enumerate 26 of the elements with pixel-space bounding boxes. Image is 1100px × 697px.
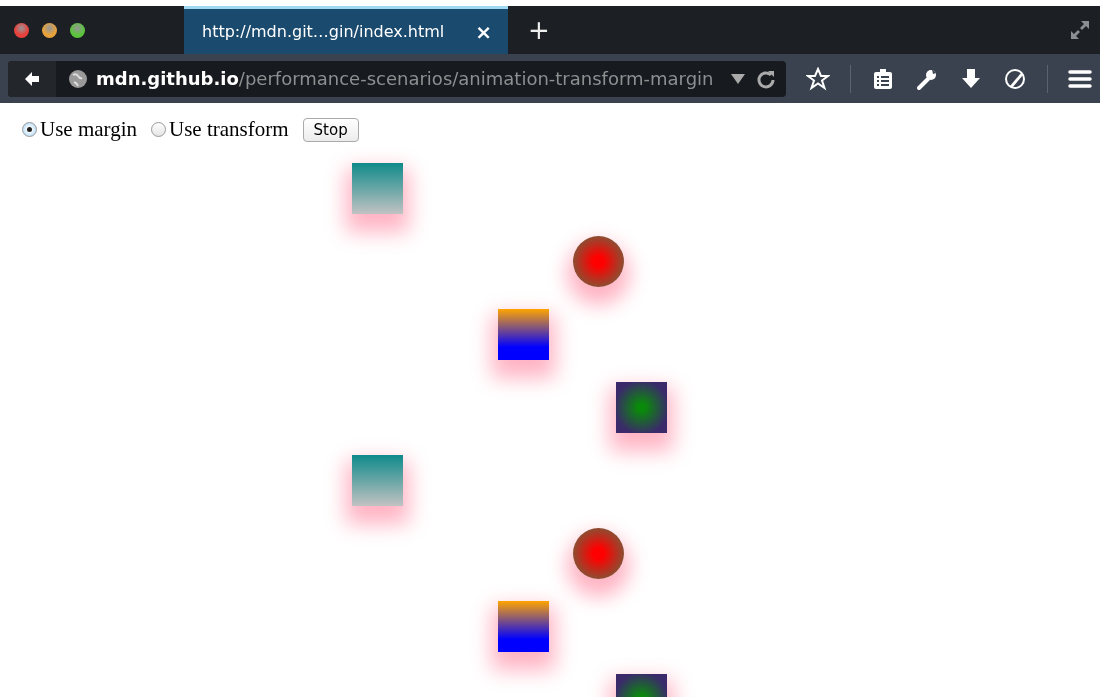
radio-option[interactable]: Use margin [22,117,137,142]
globe-icon [68,68,88,89]
animated-square [352,455,403,506]
clipboard-list-icon[interactable] [871,66,895,91]
animated-square [616,382,667,433]
tab-close-button[interactable]: × [475,19,492,44]
fullscreen-icon[interactable] [1068,18,1092,42]
animated-circle [573,528,624,579]
animated-square [498,601,549,652]
star-icon[interactable] [806,66,830,91]
back-button[interactable] [8,60,56,97]
radio-button[interactable] [22,122,37,137]
animated-square [498,309,549,360]
new-tab-button[interactable]: + [528,15,550,45]
zoom-window-icon[interactable] [70,22,85,38]
close-window-icon[interactable] [14,22,29,38]
animated-circle [573,236,624,287]
minimize-window-icon[interactable] [42,22,57,38]
animated-square [352,163,403,214]
reload-icon[interactable] [756,68,776,89]
radio-option[interactable]: Use transform [151,117,289,142]
dropdown-icon[interactable] [730,72,746,85]
radio-button[interactable] [151,122,166,137]
browser-tab[interactable]: http://mdn.git…gin/index.html × [184,6,508,54]
tab-title: http://mdn.git…gin/index.html [202,22,445,41]
stop-button[interactable]: Stop [302,117,359,142]
